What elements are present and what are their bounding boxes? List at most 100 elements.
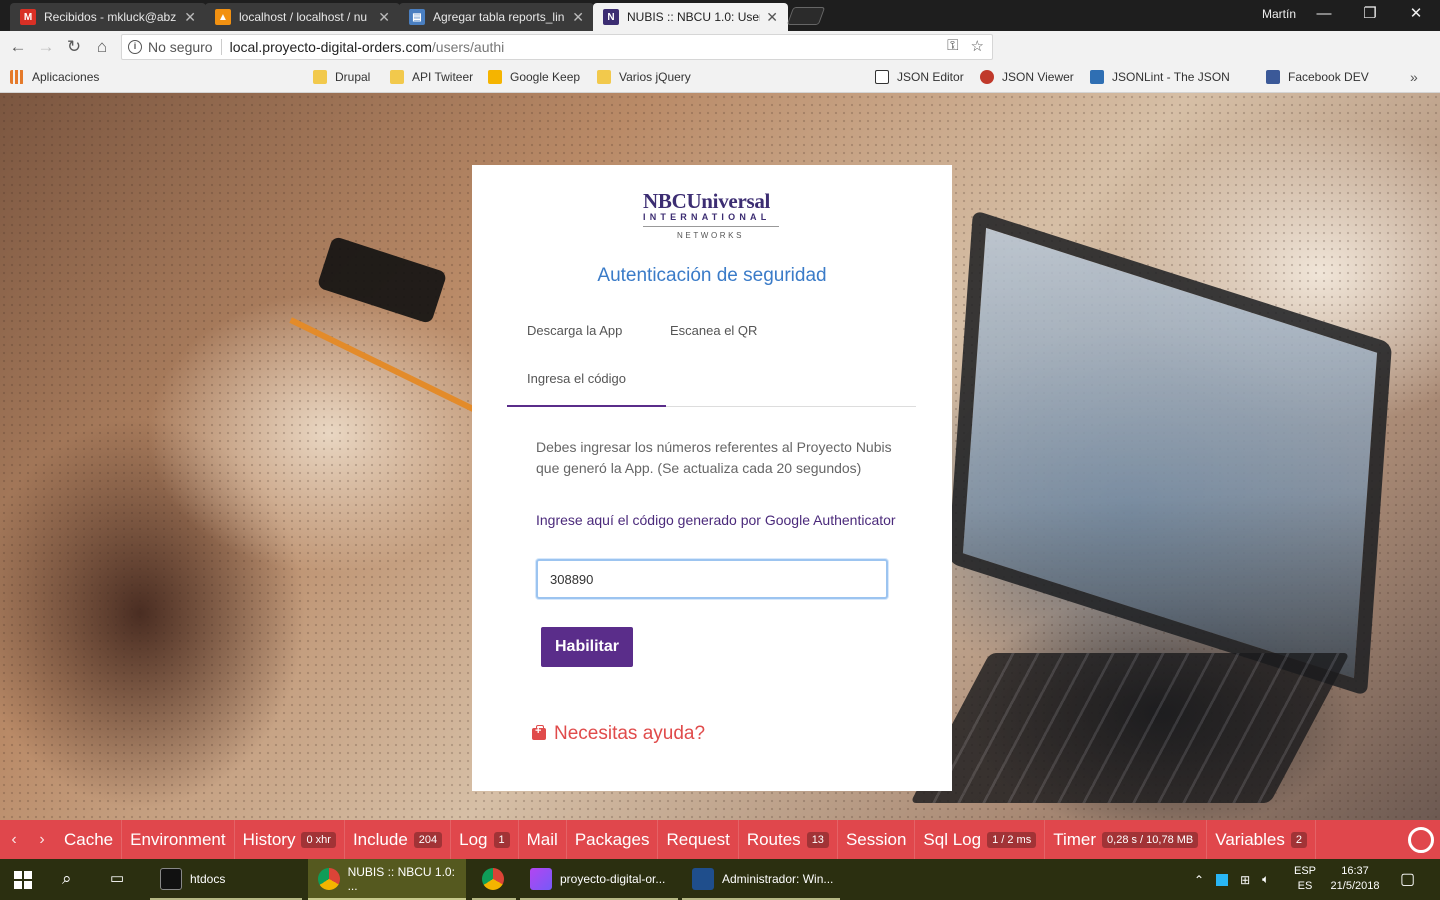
close-window-icon[interactable]: ✕: [1393, 3, 1439, 27]
auth-tabs: Descarga la App Escanea el QR Ingresa el…: [507, 315, 916, 407]
bookmark-label: Aplicaciones: [32, 70, 100, 84]
debug-bar: ‹ › Cache Environment History 0 xhr Inclu…: [0, 820, 1440, 859]
language-indicator[interactable]: ESP ES: [1294, 864, 1316, 894]
debug-tab-label: History: [242, 829, 296, 849]
tab-scan-qr[interactable]: Escanea el QR: [670, 323, 757, 338]
tab-title: Recibidos - mkluck@abz: [44, 10, 177, 24]
debug-tab-routes[interactable]: Routes 13: [739, 820, 838, 859]
browser-tab-nubis[interactable]: N NUBIS :: NBCU 1.0: Users ✕: [593, 3, 788, 31]
bookmark-apps[interactable]: Aplicaciones: [10, 70, 99, 84]
clock-time: 16:37: [1341, 865, 1369, 877]
close-icon[interactable]: ✕: [766, 9, 778, 26]
debug-tab-session[interactable]: Session: [838, 820, 916, 859]
bookmark-drupal[interactable]: Drupal: [313, 70, 370, 84]
bookmark-facebook-dev[interactable]: Facebook DEV: [1266, 70, 1369, 84]
debug-tab-variables[interactable]: Variables 2: [1207, 820, 1316, 859]
chrome-icon: [482, 867, 504, 890]
windows-start-icon[interactable]: [14, 871, 32, 889]
notifications-icon[interactable]: ▢: [1400, 869, 1415, 889]
bookmark-jsonlint[interactable]: JSONLint - The JSON: [1090, 70, 1230, 84]
taskbar-app-htdocs[interactable]: htdocs: [150, 859, 302, 900]
tab-enter-code[interactable]: Ingresa el código: [527, 371, 626, 386]
debug-tab-packages[interactable]: Packages: [567, 820, 659, 859]
folder-icon: [597, 70, 611, 84]
browser-tab-gmail[interactable]: M Recibidos - mkluck@abz ✕: [10, 3, 206, 31]
bookmark-google-keep[interactable]: Google Keep: [488, 70, 580, 84]
taskbar-app-powershell[interactable]: Administrador: Win...: [682, 859, 840, 900]
debug-badge: 13: [806, 831, 829, 848]
tab-title: NUBIS :: NBCU 1.0: Users: [627, 10, 761, 24]
debug-tab-label: Environment: [130, 829, 226, 849]
keep-icon: [488, 70, 502, 84]
bookmark-label: JSON Editor: [897, 70, 964, 84]
forward-arrow-icon[interactable]: →: [32, 37, 60, 57]
close-icon[interactable]: ✕: [572, 9, 584, 26]
tab-download-app[interactable]: Descarga la App: [527, 323, 622, 338]
debug-tab-include[interactable]: Include 204: [345, 820, 452, 859]
browser-tab-phpmyadmin[interactable]: ▲ localhost / localhost / nu ✕: [205, 3, 400, 31]
clock[interactable]: 16:37 21/5/2018: [1326, 864, 1384, 894]
enable-button[interactable]: Habilitar: [541, 627, 633, 667]
debug-tab-label: Cache: [64, 829, 114, 849]
close-icon[interactable]: ✕: [378, 9, 390, 26]
debug-tab-mail[interactable]: Mail: [519, 820, 567, 859]
address-bar[interactable]: i No seguro local.proyecto-digital-order…: [121, 34, 993, 60]
debug-tab-environment[interactable]: Environment: [122, 820, 235, 859]
bookmark-varios-jquery[interactable]: Varios jQuery: [597, 70, 691, 84]
taskbar-app-phpstorm[interactable]: proyecto-digital-or...: [520, 859, 678, 900]
security-indicator[interactable]: No seguro: [148, 39, 213, 55]
debug-tab-label: Packages: [574, 829, 650, 849]
debug-tab-log[interactable]: Log 1: [451, 820, 519, 859]
taskbar-app-chrome-nubis[interactable]: NUBIS :: NBCU 1.0: ...: [308, 859, 466, 900]
facebook-icon: [1266, 70, 1280, 84]
chevron-up-icon[interactable]: ⌃: [1194, 873, 1204, 887]
browser-toolbar: ← → ↻ ⌂ i No seguro local.proyecto-digit…: [0, 31, 1440, 88]
home-icon[interactable]: ⌂: [88, 37, 116, 57]
bookmark-api-twitter[interactable]: API Twiteer: [390, 70, 473, 84]
info-icon[interactable]: i: [128, 40, 142, 54]
brand-logo: NBCUniversal: [643, 189, 771, 213]
taskbar-app-label: Administrador: Win...: [722, 871, 834, 886]
network-icon[interactable]: ⊞: [1240, 873, 1250, 887]
new-tab-button[interactable]: [786, 7, 826, 25]
debug-tab-label: Timer: [1053, 829, 1097, 849]
star-icon[interactable]: ☆: [971, 37, 984, 55]
debug-tab-history[interactable]: History 0 xhr: [235, 820, 345, 859]
debug-badge: 0 xhr: [301, 831, 336, 848]
chevron-right-icon[interactable]: »: [1410, 69, 1418, 85]
debug-tab-label: Routes: [746, 829, 801, 849]
taskbar-app-chrome[interactable]: [472, 859, 516, 900]
bookmark-json-viewer[interactable]: JSON Viewer: [980, 70, 1074, 84]
minimize-icon[interactable]: —: [1301, 3, 1347, 27]
back-arrow-icon[interactable]: ←: [4, 37, 32, 57]
debug-tab-timer[interactable]: Timer 0,28 s / 10,78 MB: [1045, 820, 1208, 859]
debug-tab-cache[interactable]: Cache: [56, 820, 123, 859]
search-icon[interactable]: ⌕: [62, 869, 72, 889]
chevron-right-icon[interactable]: ›: [28, 831, 56, 849]
key-icon[interactable]: ⚿: [947, 37, 958, 55]
browser-tab-docs[interactable]: ▤ Agregar tabla reports_lin ✕: [399, 3, 594, 31]
volume-icon[interactable]: 🔈︎: [1262, 872, 1269, 887]
browser-tab-strip: M Recibidos - mkluck@abz ✕ ▲ localhost /…: [0, 0, 1440, 31]
reload-icon[interactable]: ↻: [60, 37, 88, 57]
debug-tab-request[interactable]: Request: [658, 820, 739, 859]
keyboard-layout: ES: [1297, 880, 1313, 892]
close-icon[interactable]: ✕: [184, 9, 196, 26]
help-link[interactable]: Necesitas ayuda?: [532, 723, 705, 745]
bookmark-json-editor[interactable]: JSON Editor: [875, 70, 964, 84]
task-view-icon[interactable]: ▭: [110, 869, 124, 887]
chevron-left-icon[interactable]: ‹: [0, 831, 28, 849]
chrome-icon: [318, 867, 340, 890]
debug-tab-label: Log: [459, 829, 488, 849]
system-tray: ⌃ ⊞ 🔈︎: [1194, 859, 1269, 900]
medkit-icon: [532, 725, 546, 740]
debug-tab-sql-log[interactable]: Sql Log 1 / 2 ms: [915, 820, 1046, 859]
terminal-icon: [160, 867, 182, 890]
cloud-icon[interactable]: [1216, 873, 1229, 886]
debugbar-logo-icon[interactable]: [1408, 827, 1434, 853]
restore-icon[interactable]: ❐: [1347, 3, 1393, 27]
code-input[interactable]: [536, 559, 888, 599]
background-keyboard: [910, 653, 1350, 803]
folder-icon: [313, 70, 327, 84]
profile-name[interactable]: Martín: [1262, 7, 1296, 21]
